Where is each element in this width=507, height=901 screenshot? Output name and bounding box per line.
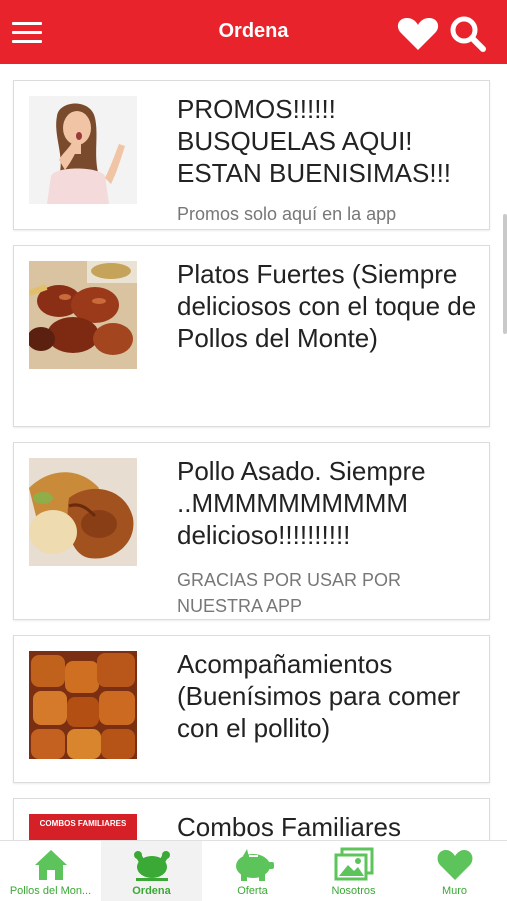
nav-label: Oferta — [237, 885, 268, 897]
card-title: Acompañamientos (Buenísimos para comer c… — [177, 649, 461, 743]
card-subtitle: Promos solo aquí en la app — [177, 204, 397, 224]
fried-croquettes-photo — [29, 651, 137, 759]
category-card-acompanamientos[interactable]: Acompañamientos (Buenísimos para comer c… — [13, 635, 490, 783]
combos-banner-text: COMBOS FAMILIARES — [40, 819, 127, 828]
chicken-wings-photo — [29, 261, 137, 369]
bottom-navigation: Pollos del Mon... Ordena Oferta Nosotros… — [0, 840, 507, 901]
card-title: Platos Fuertes (Siempre deliciosos con e… — [177, 259, 477, 353]
nav-item-muro[interactable]: Muro — [404, 841, 505, 901]
woman-surprised-photo — [29, 96, 137, 204]
nav-item-nosotros[interactable]: Nosotros — [303, 841, 404, 901]
card-title: PROMOS!!!!!! BUSQUELAS AQUI! ESTAN BUENI… — [177, 94, 452, 188]
card-subtitle: GRACIAS POR USAR POR NUESTRA APP — [177, 570, 402, 616]
category-card-platos-fuertes[interactable]: Platos Fuertes (Siempre deliciosos con e… — [13, 245, 490, 427]
nav-item-ordena[interactable]: Ordena — [101, 841, 202, 901]
combos-familiares-banner: COMBOS FAMILIARES — [29, 814, 137, 840]
nav-label: Nosotros — [331, 885, 376, 897]
chicken-icon — [133, 851, 170, 881]
heart-icon[interactable] — [396, 16, 440, 52]
card-title: Pollo Asado. Siempre ..MMMMMMMMMM delici… — [177, 456, 426, 550]
app-header: Ordena — [0, 0, 507, 64]
nav-item-oferta[interactable]: Oferta — [202, 841, 303, 901]
category-card-promos[interactable]: PROMOS!!!!!! BUSQUELAS AQUI! ESTAN BUENI… — [13, 80, 490, 230]
search-icon[interactable] — [448, 14, 488, 54]
piggy-bank-icon — [235, 849, 274, 881]
nav-label: Muro — [441, 885, 468, 897]
category-list[interactable]: PROMOS!!!!!! BUSQUELAS AQUI! ESTAN BUENI… — [0, 64, 507, 840]
gallery-icon — [334, 847, 373, 881]
nav-label: Pollos del Mon... — [9, 885, 92, 897]
scrollbar[interactable] — [503, 214, 507, 334]
nav-label: Ordena — [132, 885, 171, 897]
card-title: Combos Familiares — [177, 812, 401, 840]
category-card-combos-familiares[interactable]: COMBOS FAMILIARES Combos Familiares — [13, 798, 490, 840]
nav-item-home[interactable]: Pollos del Mon... — [0, 841, 101, 901]
heart-icon — [437, 850, 472, 880]
home-icon — [34, 850, 67, 880]
roast-chicken-photo — [29, 458, 137, 566]
category-card-pollo-asado[interactable]: Pollo Asado. Siempre ..MMMMMMMMMM delici… — [13, 442, 490, 620]
